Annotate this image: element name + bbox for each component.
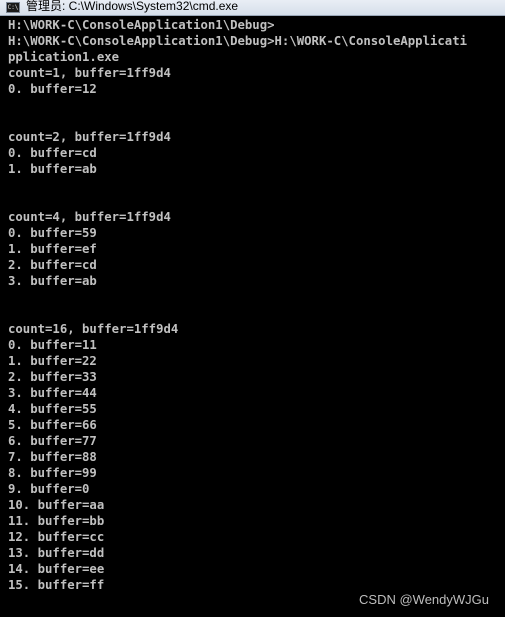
console-line: 0. buffer=cd: [8, 146, 97, 160]
console-line: 14. buffer=ee: [8, 562, 105, 576]
console-line: 12. buffer=cc: [8, 530, 105, 544]
console-line: count=4, buffer=1ff9d4: [8, 210, 171, 224]
console-line: 1. buffer=ab: [8, 162, 97, 176]
console-line: 2. buffer=33: [8, 370, 97, 384]
console-line: 10. buffer=aa: [8, 498, 105, 512]
console-line: 4. buffer=55: [8, 402, 97, 416]
console-line: pplication1.exe: [8, 50, 120, 64]
console-line: 1. buffer=ef: [8, 242, 97, 256]
console-line: count=16, buffer=1ff9d4: [8, 322, 179, 336]
console-line: H:\WORK-C\ConsoleApplication1\Debug>: [8, 18, 275, 32]
console-line: 3. buffer=ab: [8, 274, 97, 288]
console-line: 1. buffer=22: [8, 354, 97, 368]
window-title: 管理员: C:\Windows\System32\cmd.exe: [26, 0, 239, 13]
console-output[interactable]: H:\WORK-C\ConsoleApplication1\Debug> H:\W…: [0, 17, 505, 617]
console-line: count=2, buffer=1ff9d4: [8, 130, 171, 144]
cmd-icon: C:\: [6, 2, 20, 13]
console-line: 0. buffer=12: [8, 82, 97, 96]
watermark: CSDN @WendyWJGu: [359, 592, 489, 607]
console-line: 3. buffer=44: [8, 386, 97, 400]
console-line: 15. buffer=ff: [8, 578, 105, 592]
console-line: 9. buffer=0: [8, 482, 90, 496]
console-line: 6. buffer=77: [8, 434, 97, 448]
console-line: 8. buffer=99: [8, 466, 97, 480]
console-line: count=1, buffer=1ff9d4: [8, 66, 171, 80]
console-line: 0. buffer=11: [8, 338, 97, 352]
console-line: 11. buffer=bb: [8, 514, 105, 528]
window-titlebar[interactable]: C:\ 管理员: C:\Windows\System32\cmd.exe: [0, 0, 505, 16]
console-line: H:\WORK-C\ConsoleApplication1\Debug>H:\W…: [8, 34, 468, 48]
console-line: 0. buffer=59: [8, 226, 97, 240]
console-line: 2. buffer=cd: [8, 258, 97, 272]
console-line: 7. buffer=88: [8, 450, 97, 464]
console-line: 13. buffer=dd: [8, 546, 105, 560]
console-line: 5. buffer=66: [8, 418, 97, 432]
